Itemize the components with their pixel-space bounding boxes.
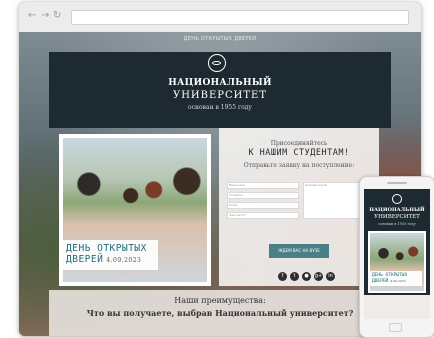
phone-screen: НАЦИОНАЛЬНЫЙ УНИВЕРСИТЕТ основан в 1955 … <box>364 189 430 319</box>
event-title-line2-text: ДВЕРЕЙ <box>66 254 104 265</box>
faculty-field[interactable]: Факультет <box>227 212 299 219</box>
university-title: НАЦИОНАЛЬНЫЙ <box>168 78 272 88</box>
name-field[interactable]: Ваше имя <box>227 182 299 189</box>
university-logo-icon <box>208 54 226 72</box>
facebook-icon[interactable]: f <box>278 272 287 281</box>
email-field[interactable]: Email <box>227 202 299 209</box>
submit-button[interactable]: ЖДЕМ ВАС НА ВУЗЕ <box>269 244 329 258</box>
phone-founded: основан в 1955 году <box>378 222 416 226</box>
google-plus-icon[interactable]: g+ <box>314 272 323 281</box>
founded-text: основан в 1955 году <box>188 104 252 111</box>
instagram-icon[interactable]: ● <box>302 272 311 281</box>
comment-field[interactable]: Комментарий <box>303 182 361 219</box>
phone-field[interactable]: Телефон <box>227 192 299 199</box>
phone-logo-icon <box>392 194 402 204</box>
mobile-preview: НАЦИОНАЛЬНЫЙ УНИВЕРСИТЕТ основан в 1955 … <box>359 176 434 338</box>
address-bar[interactable] <box>71 10 409 25</box>
reload-icon[interactable]: ↻ <box>53 11 61 21</box>
top-tagline: ДЕНЬ ОТКРЫТЫХ ДВЕРЕЙ <box>183 36 257 42</box>
phone-event-date: 4.09.2023 <box>390 278 406 283</box>
phone-subtitle: УНИВЕРСИТЕТ <box>374 214 420 220</box>
phone-lower-section <box>364 295 430 319</box>
phone-event-label: ДЕНЬ ОТКРЫТЫХ ДВЕРЕЙ 4.09.2023 <box>370 271 422 286</box>
phone-title: НАЦИОНАЛЬНЫЙ <box>369 207 425 213</box>
event-title-line1: ДЕНЬ ОТКРЫТЫХ <box>66 243 147 254</box>
phone-speaker <box>387 182 407 184</box>
forward-icon[interactable]: → <box>41 11 49 21</box>
event-title-line2: ДВЕРЕЙ 4.09.2023 <box>66 254 155 266</box>
benefits-heading: Наши преимущества: <box>174 296 266 305</box>
twitter-icon[interactable]: t <box>290 272 299 281</box>
linkedin-icon[interactable]: in <box>326 272 335 281</box>
join-headline: К НАШИМ СТУДЕНТАМ! <box>248 148 350 158</box>
phone-event-line2-text: ДВЕРЕЙ <box>372 278 389 284</box>
join-text: Присоединяйтесь <box>270 140 328 147</box>
phone-home-button <box>389 323 402 332</box>
form-prompt: Отправьте заявку на поступление: <box>243 162 355 169</box>
university-subtitle: УНИВЕРСИТЕТ <box>172 90 268 101</box>
phone-event-line2: ДВЕРЕЙ 4.09.2023 <box>372 279 420 285</box>
benefits-question: Что вы получаете, выбрав Национальный ун… <box>86 308 354 318</box>
event-date: 4.09.2023 <box>106 257 142 264</box>
back-icon[interactable]: ← <box>28 11 36 21</box>
browser-toolbar: ← → ↻ <box>19 2 421 32</box>
event-label: ДЕНЬ ОТКРЫТЫХ ДВЕРЕЙ 4.09.2023 <box>62 240 158 270</box>
